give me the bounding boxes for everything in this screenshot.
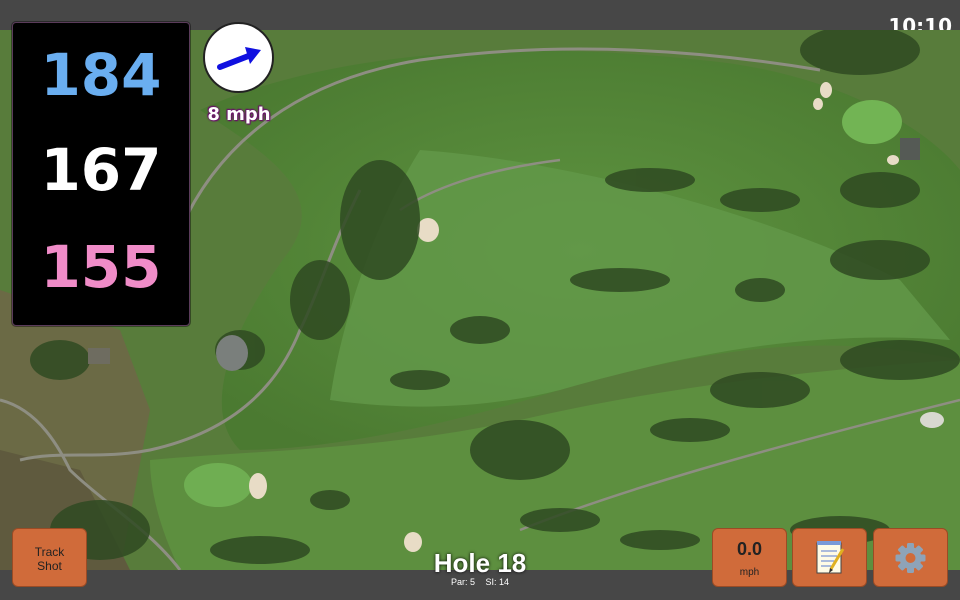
wind-speed-label: 8 mph <box>207 104 271 125</box>
distance-front: 155 <box>40 233 162 301</box>
track-shot-button[interactable]: Track Shot <box>12 528 87 587</box>
track-shot-label-line2: Shot <box>37 559 62 573</box>
notes-button[interactable] <box>792 528 867 587</box>
speed-value: 0.0 <box>736 539 763 559</box>
speed-button[interactable]: 0.0 mph <box>712 528 787 587</box>
distance-panel: 184 167 155 <box>12 22 190 326</box>
gear-icon <box>895 543 926 573</box>
hole-stroke-index: SI: 14 <box>485 577 510 587</box>
speed-unit: mph <box>739 567 760 578</box>
hole-par: Par: 5 <box>450 577 475 587</box>
hole-info: Par: 5 SI: 14 <box>380 577 580 587</box>
track-shot-label-line1: Track <box>34 545 65 559</box>
settings-button[interactable] <box>873 528 948 587</box>
wind-direction-indicator <box>203 22 274 93</box>
notepad-icon <box>816 541 845 574</box>
arrow-icon <box>217 47 261 70</box>
hole-title: Hole 18 <box>433 548 527 578</box>
distance-back: 184 <box>40 41 162 109</box>
distance-middle: 167 <box>40 136 162 204</box>
